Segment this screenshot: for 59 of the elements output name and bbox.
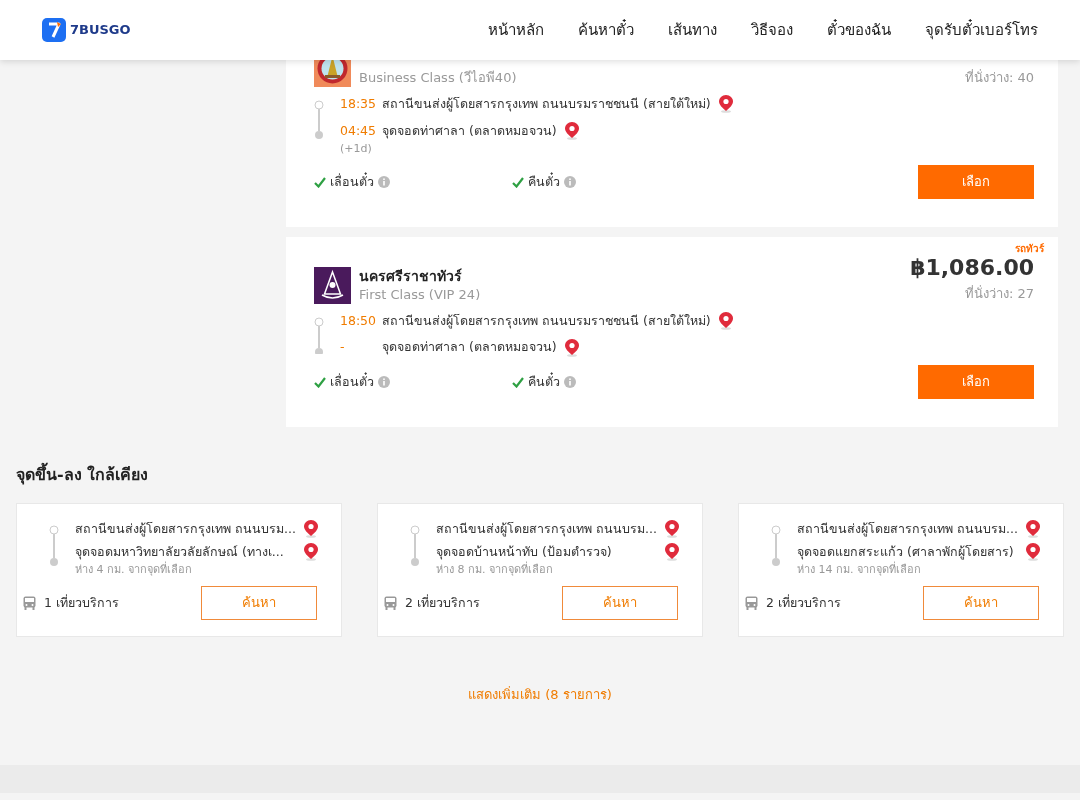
info-icon[interactable] xyxy=(378,176,390,188)
arrive-time: 04:45 xyxy=(340,121,378,140)
depart-time: 18:35 xyxy=(340,95,378,113)
trip-count: 2 เที่ยวบริการ xyxy=(405,593,480,612)
map-pin-icon xyxy=(1025,543,1040,562)
info-icon[interactable] xyxy=(378,376,390,388)
stop-name: สถานีขนส่งผู้โดยสารกรุงเทพ ถนนบรมราชชนนี (สายใต้ใหม่) xyxy=(382,95,711,114)
map-pin-icon xyxy=(664,543,679,562)
map-pin-icon xyxy=(303,520,318,539)
stop-name: จุดจอดแยกสระแก้ว (ศาลาพักผู้โดยสาร) xyxy=(797,542,1014,561)
depart-time: 18:50 xyxy=(340,311,378,330)
trip-count: 2 เที่ยวบริการ xyxy=(766,593,841,612)
seats-available: ที่นั่งว่าง: 40 xyxy=(964,68,1034,87)
logo-icon xyxy=(42,18,66,42)
crest-logo-icon xyxy=(314,266,351,304)
nav-link[interactable]: ค้นหาตั๋ว xyxy=(578,18,634,42)
stop-name: สถานีขนส่งผู้โดยสารกรุงเทพ ถนนบรม... xyxy=(75,520,296,539)
feature-label: คืนตั๋ว xyxy=(528,372,560,391)
info-icon[interactable] xyxy=(564,376,576,388)
nav-link[interactable]: ตั๋วของฉัน xyxy=(827,18,891,42)
section-title: จุดขึ้น-ลง ใกล้เคียง xyxy=(0,437,1080,503)
nav-link[interactable]: หน้าหลัก xyxy=(488,18,544,42)
nav-link[interactable]: จุดรับตั๋วเบอร์โทร xyxy=(925,18,1038,42)
bus-type-tag: รถทัวร์ xyxy=(1015,241,1044,256)
feature-label: เลื่อนตั๋ว xyxy=(330,372,374,391)
map-pin-icon xyxy=(564,338,579,357)
map-pin-icon xyxy=(303,543,318,562)
map-pin-icon xyxy=(1025,520,1040,539)
distance-note: ห่าง 4 กม. จากจุดที่เลือก xyxy=(75,561,193,578)
nav-link[interactable]: เส้นทาง xyxy=(668,18,717,42)
map-pin-icon xyxy=(718,95,733,114)
arrive-time: - xyxy=(340,338,346,357)
stop-name: จุดจอดท่าศาลา (ตลาดหมอจวน) xyxy=(382,338,557,357)
bus-icon xyxy=(23,596,36,610)
stop-name: จุดจอดบ้านหน้าทับ (ป้อมตำรวจ) xyxy=(436,542,612,561)
map-pin-icon xyxy=(664,520,679,539)
feature-label: คืนตั๋ว xyxy=(528,172,560,191)
trip-count: 1 เที่ยวบริการ xyxy=(44,593,119,612)
stop-name: สถานีขนส่งผู้โดยสารกรุงเทพ ถนนบรม... xyxy=(436,520,657,539)
map-pin-icon xyxy=(718,311,733,330)
seats-available: ที่นั่งว่าง: 27 xyxy=(963,284,1034,303)
stop-name: สถานีขนส่งผู้โดยสารกรุงเทพ ถนนบรมราชชนนี (สายใต้ใหม่) xyxy=(382,311,711,331)
stop-name: จุดจอดท่าศาลา (ตลาดหมอจวน) xyxy=(382,121,557,141)
distance-note: ห่าง 8 กม. จากจุดที่เลือก xyxy=(436,561,554,578)
nav-link[interactable]: วิธีจอง xyxy=(751,18,793,42)
day-offset: (+1d) xyxy=(340,140,373,157)
distance-note: ห่าง 14 กม. จากจุดที่เลือก xyxy=(797,561,922,578)
price: ฿1,086.00 xyxy=(910,254,1034,282)
stop-name: สถานีขนส่งผู้โดยสารกรุงเทพ ถนนบรม... xyxy=(797,520,1018,539)
bus-class: Business Class (วีไอพี40) xyxy=(359,70,517,87)
info-icon[interactable] xyxy=(564,176,576,188)
bus-icon xyxy=(745,596,758,610)
map-pin-icon xyxy=(564,122,579,141)
bus-class: First Class (VIP 24) xyxy=(359,286,481,304)
bus-icon xyxy=(384,596,397,610)
logo-text[interactable]: 7BUSGO xyxy=(70,20,131,40)
stop-name: จุดจอดมหาวิทยาลัยวลัยลักษณ์ (ทางเ... xyxy=(75,542,284,561)
operator-name: นครศรีราชาทัวร์ xyxy=(359,266,463,286)
feature-label: เลื่อนตั๋ว xyxy=(330,172,374,191)
